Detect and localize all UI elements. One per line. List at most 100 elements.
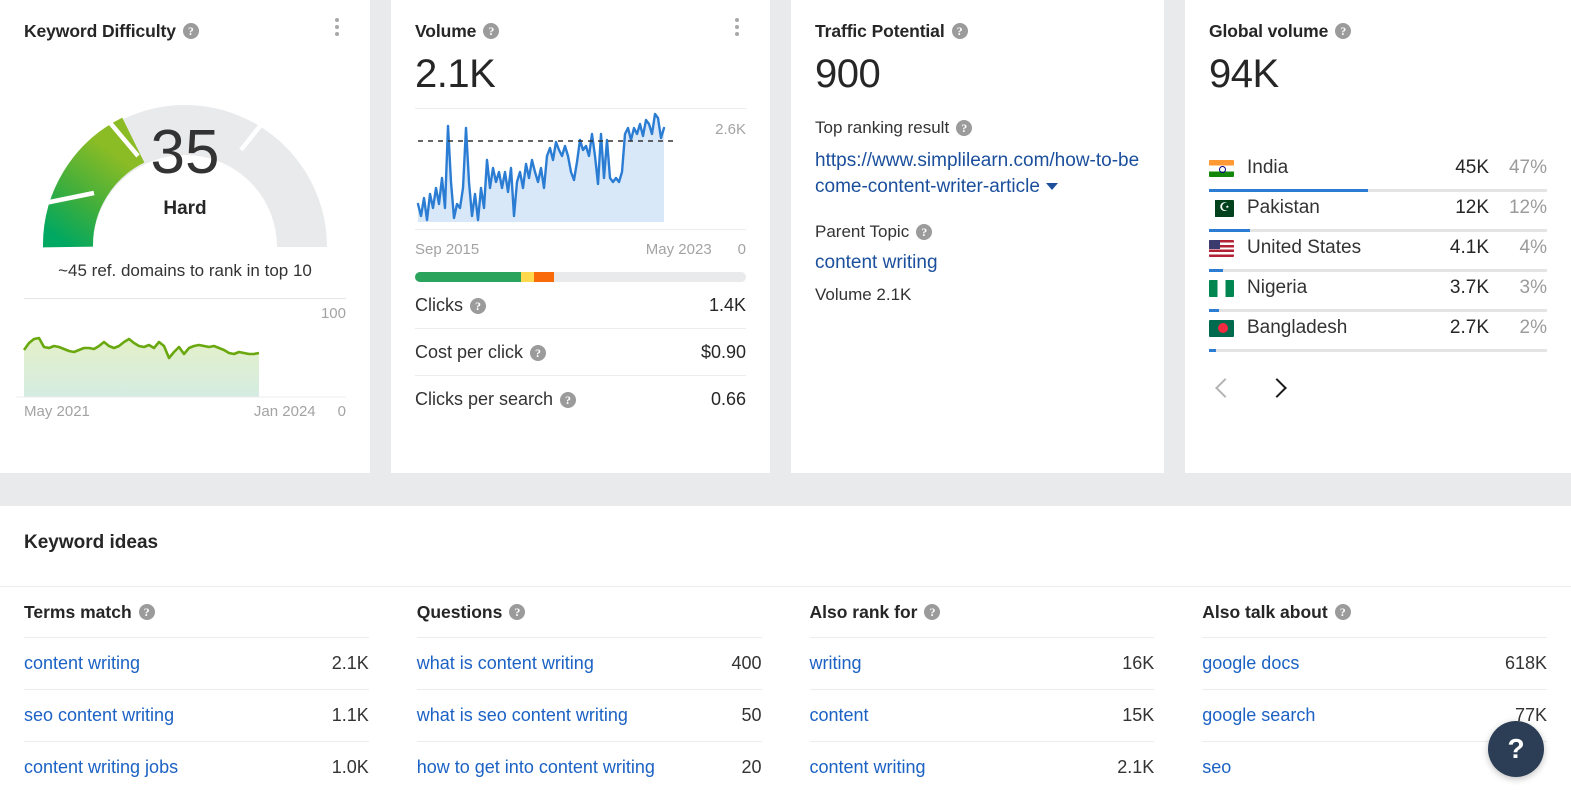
gauge-score: 35 <box>150 118 220 187</box>
global-volume-value: 94K <box>1209 52 1279 96</box>
kd-axis-min: 0 <box>337 403 346 420</box>
top-ranking-result-link[interactable]: https://www.simplilearn.com/how-to-becom… <box>815 148 1140 200</box>
country-row[interactable]: Bangladesh 2.7K 2% <box>1209 314 1547 354</box>
question-mark-icon[interactable]: ? <box>138 604 155 620</box>
parent-topic-volume: Volume 2.1K <box>815 285 912 305</box>
keyword-link[interactable]: what is content writing <box>417 653 594 674</box>
keyword-row[interactable]: content writing 2.1K <box>810 742 1155 790</box>
card-header: Volume ? <box>415 16 746 46</box>
parent-topic-label-wrap: Parent Topic ? <box>815 222 1140 242</box>
keyword-link[interactable]: google search <box>1202 705 1315 726</box>
question-mark-icon[interactable]: ? <box>1335 23 1352 39</box>
keyword-link[interactable]: content writing <box>810 757 926 778</box>
country-row-top: Bangladesh 2.7K 2% <box>1209 314 1547 343</box>
keyword-link[interactable]: seo <box>1202 757 1231 778</box>
volume-axis-end: May 2023 <box>645 241 712 258</box>
country-percent: 3% <box>1519 277 1547 298</box>
keyword-row[interactable]: how to get into content writing 20 <box>417 742 762 790</box>
volume-value: 2.1K <box>415 52 496 96</box>
keyword-row[interactable]: content writing 2.1K <box>24 638 369 690</box>
question-mark-icon[interactable]: ? <box>483 23 500 39</box>
top-ranking-result-label-wrap: Top ranking result ? <box>815 118 1140 138</box>
metric-label: Clicks per search <box>415 389 554 409</box>
country-pager <box>1209 376 1547 402</box>
volume-axis-max: 2.6K <box>715 121 746 138</box>
keyword-volume: 20 <box>741 757 762 777</box>
keyword-link[interactable]: google docs <box>1202 653 1299 674</box>
question-mark-icon[interactable]: ? <box>530 344 547 361</box>
kd-axis-start: May 2021 <box>24 403 90 420</box>
question-mark-icon[interactable]: ? <box>924 604 941 620</box>
keyword-row[interactable]: what is content writing 400 <box>416 638 762 690</box>
question-mark-icon[interactable]: ? <box>470 297 486 314</box>
question-mark-icon[interactable]: ? <box>560 391 577 408</box>
question-mark-icon[interactable]: ? <box>916 224 933 241</box>
kebab-menu-icon[interactable] <box>328 16 346 38</box>
keyword-difficulty-gauge: 35 Hard <box>26 54 344 259</box>
keyword-ideas-column-also-rank-for: Also rank for ? writing 16K content 15K … <box>786 587 1179 790</box>
keyword-link[interactable]: content <box>810 705 869 726</box>
keyword-link[interactable]: what is seo content writing <box>417 705 628 726</box>
question-mark-icon[interactable]: ? <box>509 604 526 620</box>
country-percent: 12% <box>1508 197 1547 218</box>
country-name: Bangladesh <box>1247 317 1348 338</box>
chevron-left-icon[interactable] <box>1214 376 1234 402</box>
keyword-ideas-section: Keyword ideas Terms match ? content writ… <box>0 506 1571 790</box>
chevron-down-icon[interactable] <box>1045 183 1058 191</box>
volume-history-chart: 2.6K Sep 2015 May 2023 0 <box>415 108 746 258</box>
keyword-row[interactable]: what is seo content writing 50 <box>416 690 762 742</box>
keyword-row[interactable]: content writing jobs 1.0K <box>24 742 369 790</box>
keyword-link[interactable]: writing <box>810 653 862 674</box>
keyword-row[interactable]: google docs 618K <box>1202 638 1547 690</box>
country-name: India <box>1247 157 1289 178</box>
keyword-volume: 50 <box>741 705 762 725</box>
metric-label-wrap: Cost per click ? <box>415 342 547 363</box>
country-row[interactable]: United States 4.1K 4% <box>1209 234 1547 274</box>
keyword-link[interactable]: content writing jobs <box>24 757 178 778</box>
gauge-center: 35 Hard <box>26 122 344 220</box>
question-mark-icon[interactable]: ? <box>182 23 199 39</box>
keyword-ideas-column-questions: Questions ? what is content writing 400 … <box>393 587 786 790</box>
chart-top-rule <box>415 108 746 109</box>
column-header: Terms match ? <box>24 587 369 637</box>
chevron-right-icon[interactable] <box>1266 376 1286 402</box>
country-row[interactable]: Pakistan 12K 12% <box>1209 194 1547 234</box>
kebab-menu-icon[interactable] <box>728 16 746 38</box>
card-title: Keyword Difficulty <box>24 20 176 41</box>
volume-card: Volume ? 2.1K 2.6K Sep 2015 May 2023 0 C… <box>391 0 770 473</box>
gauge-score-label: Hard <box>163 198 207 219</box>
keyword-ideas-title: Keyword ideas <box>24 532 159 553</box>
flag-bangladesh-icon <box>1209 319 1234 337</box>
serp-click-distribution-bar <box>415 272 746 282</box>
country-volume: 4.1K <box>1449 237 1489 258</box>
question-mark-icon[interactable]: ? <box>956 120 973 136</box>
metric-cards-row: Keyword Difficulty ? 35 Hard ~45 ref. do… <box>0 0 1571 473</box>
keyword-volume: 1.1K <box>331 705 369 725</box>
metric-value: $0.90 <box>700 342 746 362</box>
flag-united-states-icon <box>1209 239 1234 257</box>
keyword-volume: 2.1K <box>1117 757 1155 777</box>
country-row[interactable]: Nigeria 3.7K 3% <box>1209 274 1547 314</box>
global-volume-card: Global volume ? 94K India 45K 47% Pakist… <box>1185 0 1571 473</box>
help-button[interactable]: ? <box>1488 721 1544 777</box>
column-header-label: Questions <box>416 601 503 622</box>
keyword-row[interactable]: seo content writing 1.1K <box>24 690 369 742</box>
country-row[interactable]: India 45K 47% <box>1209 154 1547 194</box>
country-volume: 45K <box>1455 157 1489 178</box>
question-mark-icon[interactable]: ? <box>1334 604 1351 620</box>
metric-label: Clicks <box>415 295 463 315</box>
keyword-link[interactable]: how to get into content writing <box>417 757 655 778</box>
keyword-row[interactable]: content 15K <box>809 690 1155 742</box>
metric-row: Cost per click ? $0.90 <box>415 329 746 376</box>
keyword-link[interactable]: seo content writing <box>24 705 174 726</box>
country-share-bar <box>1209 349 1547 352</box>
question-mark-icon[interactable]: ? <box>951 23 968 39</box>
keyword-link[interactable]: content writing <box>24 653 140 674</box>
parent-topic-link[interactable]: content writing <box>815 252 1140 274</box>
kd-axis-end: Jan 2024 <box>253 403 316 420</box>
country-name: Pakistan <box>1247 197 1320 218</box>
card-header: Traffic Potential ? <box>815 16 1140 46</box>
keyword-row[interactable]: writing 16K <box>809 638 1155 690</box>
country-share-bar <box>1209 229 1547 232</box>
volume-axis-min: 0 <box>737 241 746 258</box>
